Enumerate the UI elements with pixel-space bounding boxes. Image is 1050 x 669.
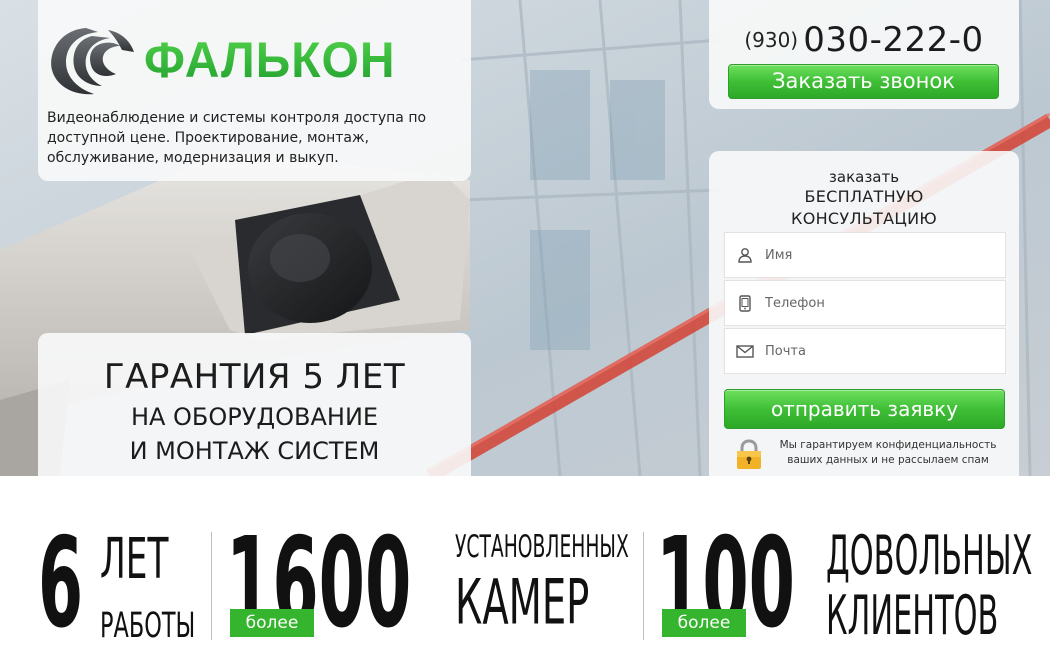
request-call-button[interactable]: Заказать звонок: [728, 64, 999, 99]
stats-strip: 6 ЛЕТ РАБОТЫ 1600 более УСТАНОВЛЕННЫХ КА…: [0, 476, 1050, 669]
form-title: заказать БЕСПЛАТНУЮ КОНСУЛЬТАЦИЮ: [709, 168, 1019, 230]
guarantee-line-equipment: НА ОБОРУДОВАНИЕ: [130, 403, 379, 431]
email-input[interactable]: [765, 329, 1005, 373]
guarantee-line-installation: И МОНТАЖ СИСТЕМ: [129, 437, 380, 465]
stat-divider: [211, 532, 212, 640]
phone-field[interactable]: [724, 280, 1006, 326]
stat-clients-label1: ДОВОЛЬНЫХ: [826, 523, 1033, 587]
user-icon: [725, 232, 765, 278]
name-input[interactable]: [765, 233, 1005, 277]
stat-clients-label2: КЛИЕНТОВ: [826, 583, 999, 647]
padlock-icon: [737, 439, 761, 469]
privacy-line1: Мы гарантируем конфиденциальность: [779, 439, 997, 451]
stat-divider: [643, 532, 644, 640]
brand-name: ФАЛЬКОН: [144, 32, 396, 88]
stat-cameras-label1: УСТАНОВЛЕННЫХ: [455, 529, 629, 566]
privacy-note: Мы гарантируем конфиденциальность ваших …: [733, 438, 1003, 470]
phone-area-code: (930): [744, 28, 799, 52]
form-title-line2: БЕСПЛАТНУЮ: [804, 187, 924, 206]
envelope-icon: [725, 328, 765, 374]
phone-input[interactable]: [765, 281, 1005, 325]
phone-digits: 030-222-0: [803, 20, 984, 60]
stat-years-label2: РАБОТЫ: [100, 604, 196, 646]
brand-tagline: Видеонаблюдение и системы контроля досту…: [47, 110, 427, 166]
submit-request-button[interactable]: отправить заявку: [724, 389, 1005, 429]
phone-number[interactable]: (930) 030-222-0: [709, 20, 1019, 60]
falcon-head-icon: [51, 28, 134, 95]
stat-years-label1: ЛЕТ: [100, 526, 169, 593]
guarantee-headline: ГАРАНТИЯ 5 ЛЕТ: [103, 357, 406, 397]
form-title-line1: заказать: [828, 168, 900, 186]
name-field[interactable]: [724, 232, 1006, 278]
email-field[interactable]: [724, 328, 1006, 374]
stat-cameras-badge: более: [230, 609, 314, 637]
phone-icon: [725, 280, 765, 326]
form-title-line3: КОНСУЛЬТАЦИЮ: [791, 209, 937, 228]
logo[interactable]: ФАЛЬКОН: [46, 22, 446, 98]
stat-cameras-label2: КАМЕР: [455, 567, 590, 640]
stat-years-number: 6: [38, 510, 84, 656]
stat-clients-badge: более: [662, 609, 746, 637]
privacy-line2: ваших данных и не рассылаем спам: [787, 454, 989, 466]
